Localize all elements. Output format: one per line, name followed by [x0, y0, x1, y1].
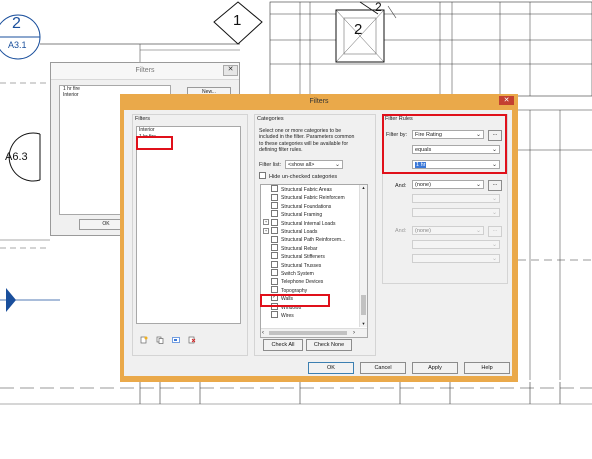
ok-button[interactable]: OK	[308, 362, 354, 374]
category-label: Structural Framing	[281, 212, 323, 219]
category-label: Structural Fabric Reinforcem	[281, 195, 345, 202]
categories-list[interactable]: Structural Fabric Areas Structural Fabric…	[260, 184, 368, 338]
and2-value-select[interactable]: ⌄	[412, 254, 500, 263]
and1-ellipsis-button[interactable]: ...	[488, 180, 502, 191]
category-checkbox[interactable]	[271, 235, 278, 243]
filters-list[interactable]: Interior 1 hr fire	[136, 126, 241, 324]
help-button[interactable]: Help	[464, 362, 510, 374]
dialog-body: Filters Interior 1 hr fire Categories Se…	[124, 110, 512, 376]
category-label: Structural Path Reinforcem...	[281, 237, 346, 244]
category-checkbox[interactable]	[271, 260, 278, 268]
category-label: Switch System	[281, 271, 314, 277]
filters-dialog: Filters ✕ Filters Interior 1 hr fire Cat…	[120, 94, 518, 382]
category-label: Topography	[281, 287, 308, 294]
category-label: Structural Stiffeners	[281, 254, 325, 261]
category-checkbox[interactable]	[271, 311, 278, 319]
category-checkbox[interactable]	[271, 285, 278, 293]
duplicate-filter-icon[interactable]	[156, 336, 164, 344]
back-dialog-title: Filters	[51, 63, 239, 80]
and2-label: And:	[395, 228, 407, 234]
filter-list-label: Filter list:	[259, 162, 281, 168]
expand-icon[interactable]: +	[263, 227, 269, 234]
categories-description: Select one or more categories to be incl…	[259, 128, 355, 153]
category-checkbox[interactable]	[271, 252, 278, 260]
cancel-button[interactable]: Cancel	[360, 362, 406, 374]
grid-tag-number: 2	[12, 15, 21, 32]
and2-ellipsis-button[interactable]: ...	[488, 226, 502, 237]
apply-button[interactable]: Apply	[412, 362, 458, 374]
category-label: Structural Trusses	[281, 262, 322, 269]
and1-select[interactable]: (none) ⌄	[412, 180, 484, 189]
expand-icon[interactable]: +	[263, 219, 269, 226]
category-label: Structural Internal Loads	[281, 220, 336, 227]
filters-heading: Filters	[135, 116, 150, 122]
category-checkbox[interactable]	[271, 277, 278, 285]
categories-hscroll-thumb[interactable]	[269, 331, 347, 335]
category-checkbox[interactable]	[271, 227, 278, 235]
category-checkbox[interactable]	[271, 218, 278, 226]
category-label: Structural Foundations	[281, 203, 332, 210]
category-checkbox[interactable]	[271, 243, 278, 251]
diamond-tag-label: 1	[233, 12, 242, 29]
categories-hscrollbar[interactable]: ‹ ›	[261, 328, 367, 337]
section-tag-label: A6.3	[5, 151, 28, 163]
scroll-up-arrow-icon[interactable]: ▲	[360, 185, 367, 191]
category-label: Structural Fabric Areas	[281, 187, 332, 193]
room-tag-label: 2	[354, 21, 363, 38]
categories-heading: Categories	[257, 116, 284, 122]
and1-label: And:	[395, 183, 407, 189]
hide-unchecked-checkbox[interactable]: Hide un-checked categories	[259, 172, 337, 180]
categories-vscroll-thumb[interactable]	[361, 295, 366, 315]
new-filter-icon[interactable]	[140, 336, 148, 344]
rename-filter-icon[interactable]	[172, 336, 180, 344]
and1-operator-select[interactable]: ⌄	[412, 194, 500, 203]
category-label: Structural Rebar	[281, 245, 318, 252]
hide-unchecked-box[interactable]	[259, 172, 266, 179]
category-checkbox[interactable]	[271, 210, 278, 218]
scroll-right-arrow-icon[interactable]: ›	[353, 329, 355, 337]
category-checkbox[interactable]	[271, 201, 278, 209]
highlight-filter-rules	[382, 114, 507, 174]
and2-select[interactable]: (none) ⌄	[412, 226, 484, 235]
dialog-title: Filters	[309, 98, 329, 105]
grid-tag-sheet-ref: A3.1	[8, 40, 27, 50]
and2-operator-select[interactable]: ⌄	[412, 240, 500, 249]
category-checkbox[interactable]	[271, 269, 278, 277]
category-label: Wires	[281, 313, 294, 319]
check-none-button[interactable]: Check None	[306, 339, 352, 351]
category-checkbox[interactable]	[271, 185, 278, 193]
check-all-button[interactable]: Check All	[263, 339, 303, 351]
and1-value-select[interactable]: ⌄	[412, 208, 500, 217]
scroll-down-arrow-icon[interactable]: ▼	[360, 321, 367, 327]
filter-item-interior[interactable]: Interior	[137, 127, 240, 134]
filter-list-select[interactable]: <show all> ⌄	[285, 160, 343, 169]
category-row[interactable]: Wires	[263, 311, 294, 320]
category-label: Structural Loads	[281, 229, 318, 235]
room-tag-label-top: 2	[375, 0, 382, 14]
scroll-left-arrow-icon[interactable]: ‹	[262, 329, 264, 337]
close-icon[interactable]: ✕	[499, 96, 514, 105]
back-dialog-close-icon[interactable]: ✕	[223, 65, 238, 76]
categories-vscrollbar[interactable]: ▲ ▼	[359, 185, 367, 327]
delete-filter-icon[interactable]	[188, 336, 196, 344]
category-label: Telephone Devices	[281, 279, 324, 286]
highlight-1hr-fire	[136, 136, 173, 150]
category-checkbox[interactable]	[271, 193, 278, 201]
highlight-walls	[260, 294, 330, 307]
